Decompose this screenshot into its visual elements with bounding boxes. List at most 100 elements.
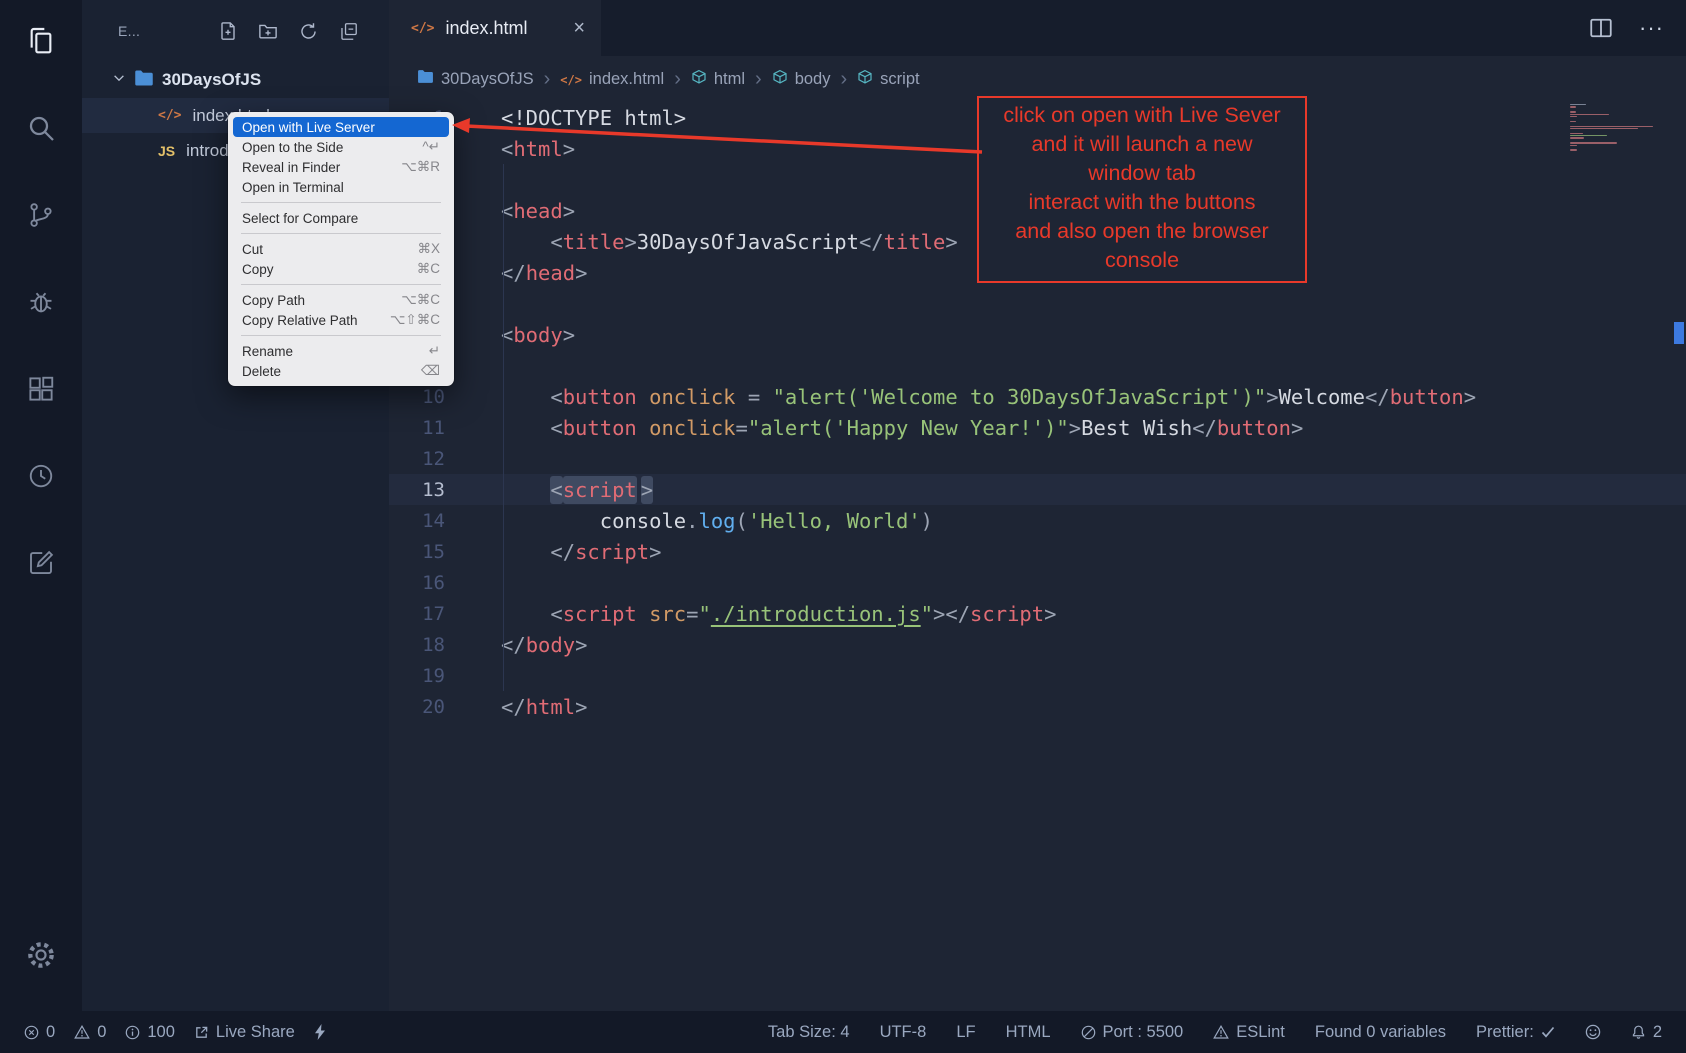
status-feedback[interactable] — [1585, 1024, 1601, 1040]
collapse-all-button[interactable] — [337, 20, 359, 42]
status-warnings[interactable]: 0 — [74, 1023, 106, 1042]
breadcrumb-item-30daysofjs[interactable]: 30DaysOfJS — [417, 69, 534, 89]
code-line-13[interactable]: 13 <script> — [389, 474, 1686, 505]
annotation-line: window tab — [979, 159, 1305, 188]
status-port[interactable]: Port : 5500 — [1081, 1023, 1184, 1042]
menu-item-copy-relative-path[interactable]: Copy Relative Path⌥⇧⌘C — [233, 310, 449, 330]
minimap-line — [1570, 111, 1576, 112]
status-eslint[interactable]: ESLint — [1213, 1023, 1285, 1042]
line-content: <script src="./introduction.js"></script… — [445, 602, 1056, 626]
menu-item-shortcut: ⌫ — [421, 363, 440, 379]
explorer-header-label: E... — [118, 23, 140, 39]
new-folder-button[interactable] — [257, 20, 279, 42]
line-number: 13 — [389, 479, 445, 501]
breadcrumb-item-body[interactable]: body — [772, 69, 831, 90]
menu-item-open-to-the-side[interactable]: Open to the Side^↵ — [233, 137, 449, 157]
menu-item-copy[interactable]: Copy⌘C — [233, 259, 449, 279]
close-tab-icon[interactable]: × — [573, 18, 585, 38]
menu-item-select-for-compare[interactable]: Select for Compare — [233, 208, 449, 228]
activity-item-extensions[interactable] — [0, 348, 82, 435]
code-line-9[interactable]: 9 — [389, 350, 1686, 381]
activity-item-feedback[interactable] — [0, 522, 82, 609]
code-line-15[interactable]: 15 </script> — [389, 536, 1686, 567]
explorer-header: E... — [82, 0, 389, 62]
refresh-button[interactable] — [297, 20, 319, 42]
menu-item-copy-path[interactable]: Copy Path⌥⌘C — [233, 290, 449, 310]
code-line-8[interactable]: 8<body> — [389, 319, 1686, 350]
indent-guide — [503, 164, 504, 691]
breadcrumb-item-index-html[interactable]: </>index.html — [560, 70, 664, 89]
tab-index-html[interactable]: </> index.html × — [389, 0, 601, 56]
source-control-icon — [26, 200, 56, 235]
js-file-icon: JS — [158, 143, 175, 159]
line-content: <title>30DaysOfJavaScript</title> — [445, 230, 958, 254]
menu-item-label: Reveal in Finder — [242, 160, 340, 175]
edit-pencil-icon — [26, 548, 56, 583]
breadcrumb-item-script[interactable]: script — [857, 69, 919, 90]
minimap-line — [1570, 145, 1577, 146]
check-icon — [1541, 1026, 1555, 1038]
status-live-share[interactable]: Live Share — [194, 1023, 295, 1042]
status-label: Tab Size: 4 — [768, 1023, 850, 1042]
smiley-icon — [1585, 1024, 1601, 1040]
new-file-button[interactable] — [217, 20, 239, 42]
activity-item-settings[interactable] — [0, 914, 82, 1001]
code-line-14[interactable]: 14 console.log('Hello, World') — [389, 505, 1686, 536]
menu-item-label: Delete — [242, 364, 281, 379]
breadcrumb-item-html[interactable]: html — [691, 69, 745, 90]
menu-item-shortcut: ^↵ — [422, 139, 440, 155]
annotation-line: click on open with Live Sever — [979, 101, 1305, 130]
menu-item-reveal-in-finder[interactable]: Reveal in Finder⌥⌘R — [233, 157, 449, 177]
menu-separator — [241, 202, 441, 203]
split-editor-button[interactable] — [1589, 16, 1613, 40]
activity-item-run-debug[interactable] — [0, 261, 82, 348]
status-tab-size[interactable]: Tab Size: 4 — [768, 1023, 850, 1042]
explorer-icon — [25, 25, 57, 62]
minimap-line — [1570, 104, 1586, 105]
status-notifications[interactable]: 2 — [1631, 1023, 1662, 1042]
menu-item-open-in-terminal[interactable]: Open in Terminal — [233, 177, 449, 197]
minimap-line — [1570, 126, 1653, 127]
status-encoding[interactable]: UTF-8 — [880, 1023, 927, 1042]
code-line-20[interactable]: 20</html> — [389, 691, 1686, 722]
activity-bar — [0, 0, 82, 1011]
code-line-17[interactable]: 17 <script src="./introduction.js"></scr… — [389, 598, 1686, 629]
folder-row-30daysofjs[interactable]: 30DaysOfJS — [82, 62, 389, 98]
menu-item-label: Cut — [242, 242, 263, 257]
status-prettier[interactable]: Prettier: — [1476, 1023, 1555, 1042]
activity-item-search[interactable] — [0, 87, 82, 174]
warning-icon — [74, 1025, 90, 1039]
line-content: </head> — [445, 261, 587, 285]
minimap-line — [1570, 106, 1576, 107]
symbol-icon — [857, 69, 873, 90]
code-line-10[interactable]: 10 <button onclick = "alert('Welcome to … — [389, 381, 1686, 412]
status-info[interactable]: 100 — [125, 1023, 175, 1042]
minimap-line — [1570, 133, 1583, 134]
status-lightning[interactable] — [314, 1024, 326, 1040]
code-line-19[interactable]: 19 — [389, 660, 1686, 691]
minimap[interactable] — [1570, 104, 1662, 151]
activity-item-source-control[interactable] — [0, 174, 82, 261]
code-line-11[interactable]: 11 <button onclick="alert('Happy New Yea… — [389, 412, 1686, 443]
line-number: 10 — [389, 386, 445, 408]
menu-item-cut[interactable]: Cut⌘X — [233, 239, 449, 259]
more-actions-button[interactable]: ··· — [1639, 15, 1664, 41]
status-eol[interactable]: LF — [956, 1023, 975, 1042]
activity-item-history[interactable] — [0, 435, 82, 522]
status-errors[interactable]: 0 — [24, 1023, 55, 1042]
annotation-line: interact with the buttons — [979, 188, 1305, 217]
menu-item-open-with-live-server[interactable]: Open with Live Server — [233, 117, 449, 137]
tab-title: index.html — [445, 18, 527, 39]
status-language[interactable]: HTML — [1006, 1023, 1051, 1042]
code-line-7[interactable]: 7 — [389, 288, 1686, 319]
menu-item-shortcut: ⌥⌘C — [401, 292, 440, 308]
minimap-line — [1570, 121, 1576, 122]
status-label: 100 — [147, 1023, 175, 1042]
code-line-12[interactable]: 12 — [389, 443, 1686, 474]
code-line-16[interactable]: 16 — [389, 567, 1686, 598]
menu-item-rename[interactable]: Rename↵ — [233, 341, 449, 361]
code-line-18[interactable]: 18</body> — [389, 629, 1686, 660]
menu-item-delete[interactable]: Delete ⌫ — [233, 361, 449, 381]
activity-item-explorer[interactable] — [0, 0, 82, 87]
status-variables[interactable]: Found 0 variables — [1315, 1023, 1446, 1042]
